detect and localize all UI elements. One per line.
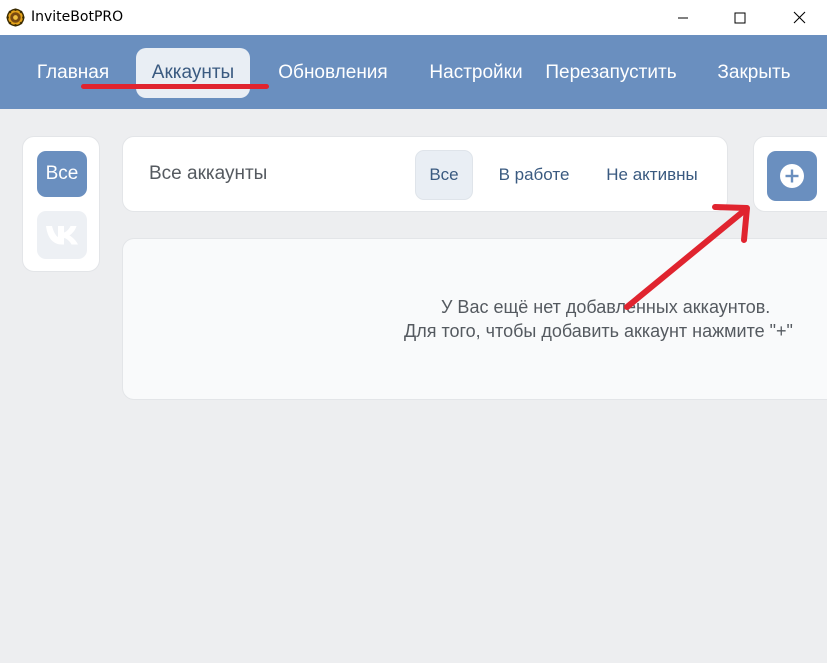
minimize-icon (678, 17, 688, 18)
tab-inactive[interactable]: Не активны (597, 150, 707, 200)
tab-all[interactable]: Все (415, 150, 473, 200)
nav-home[interactable]: Главная (26, 48, 120, 98)
nav-close[interactable]: Закрыть (706, 48, 802, 98)
maximize-button[interactable] (717, 0, 763, 35)
accounts-header: Все аккаунты Все В работе Не активны (122, 136, 728, 212)
window-title: InviteBotPRO (31, 9, 124, 25)
close-window-button[interactable] (776, 0, 822, 35)
accounts-title: Все аккаунты (149, 163, 268, 184)
gear-icon (6, 8, 25, 27)
close-icon (793, 11, 805, 24)
empty-state-hint: Для того, чтобы добавить аккаунт нажмите… (404, 321, 793, 341)
nav-accounts[interactable]: Аккаунты (136, 48, 250, 98)
maximize-icon (734, 12, 746, 23)
tab-in-work[interactable]: В работе (485, 150, 583, 200)
add-account-button[interactable] (767, 151, 817, 201)
main-nav: Главная Аккаунты Обновления Настройки Пе… (0, 35, 827, 109)
network-filter-panel: Все (22, 136, 100, 272)
nav-updates[interactable]: Обновления (268, 48, 398, 98)
filter-all-button[interactable]: Все (37, 151, 87, 197)
empty-state-message: У Вас ещё нет добавленных аккаунтов. (441, 297, 771, 317)
title-bar: InviteBotPRO (0, 0, 827, 35)
add-account-panel (753, 136, 827, 212)
plus-circle-icon (780, 164, 804, 188)
minimize-button[interactable] (660, 0, 706, 35)
filter-vk-button[interactable] (37, 211, 87, 259)
accounts-empty-state: У Вас ещё нет добавленных аккаунтов. Для… (122, 238, 827, 400)
vk-logo-icon (46, 226, 78, 245)
nav-settings[interactable]: Настройки (420, 48, 532, 98)
nav-restart[interactable]: Перезапустить (536, 48, 686, 98)
annotation-underline (81, 84, 269, 89)
